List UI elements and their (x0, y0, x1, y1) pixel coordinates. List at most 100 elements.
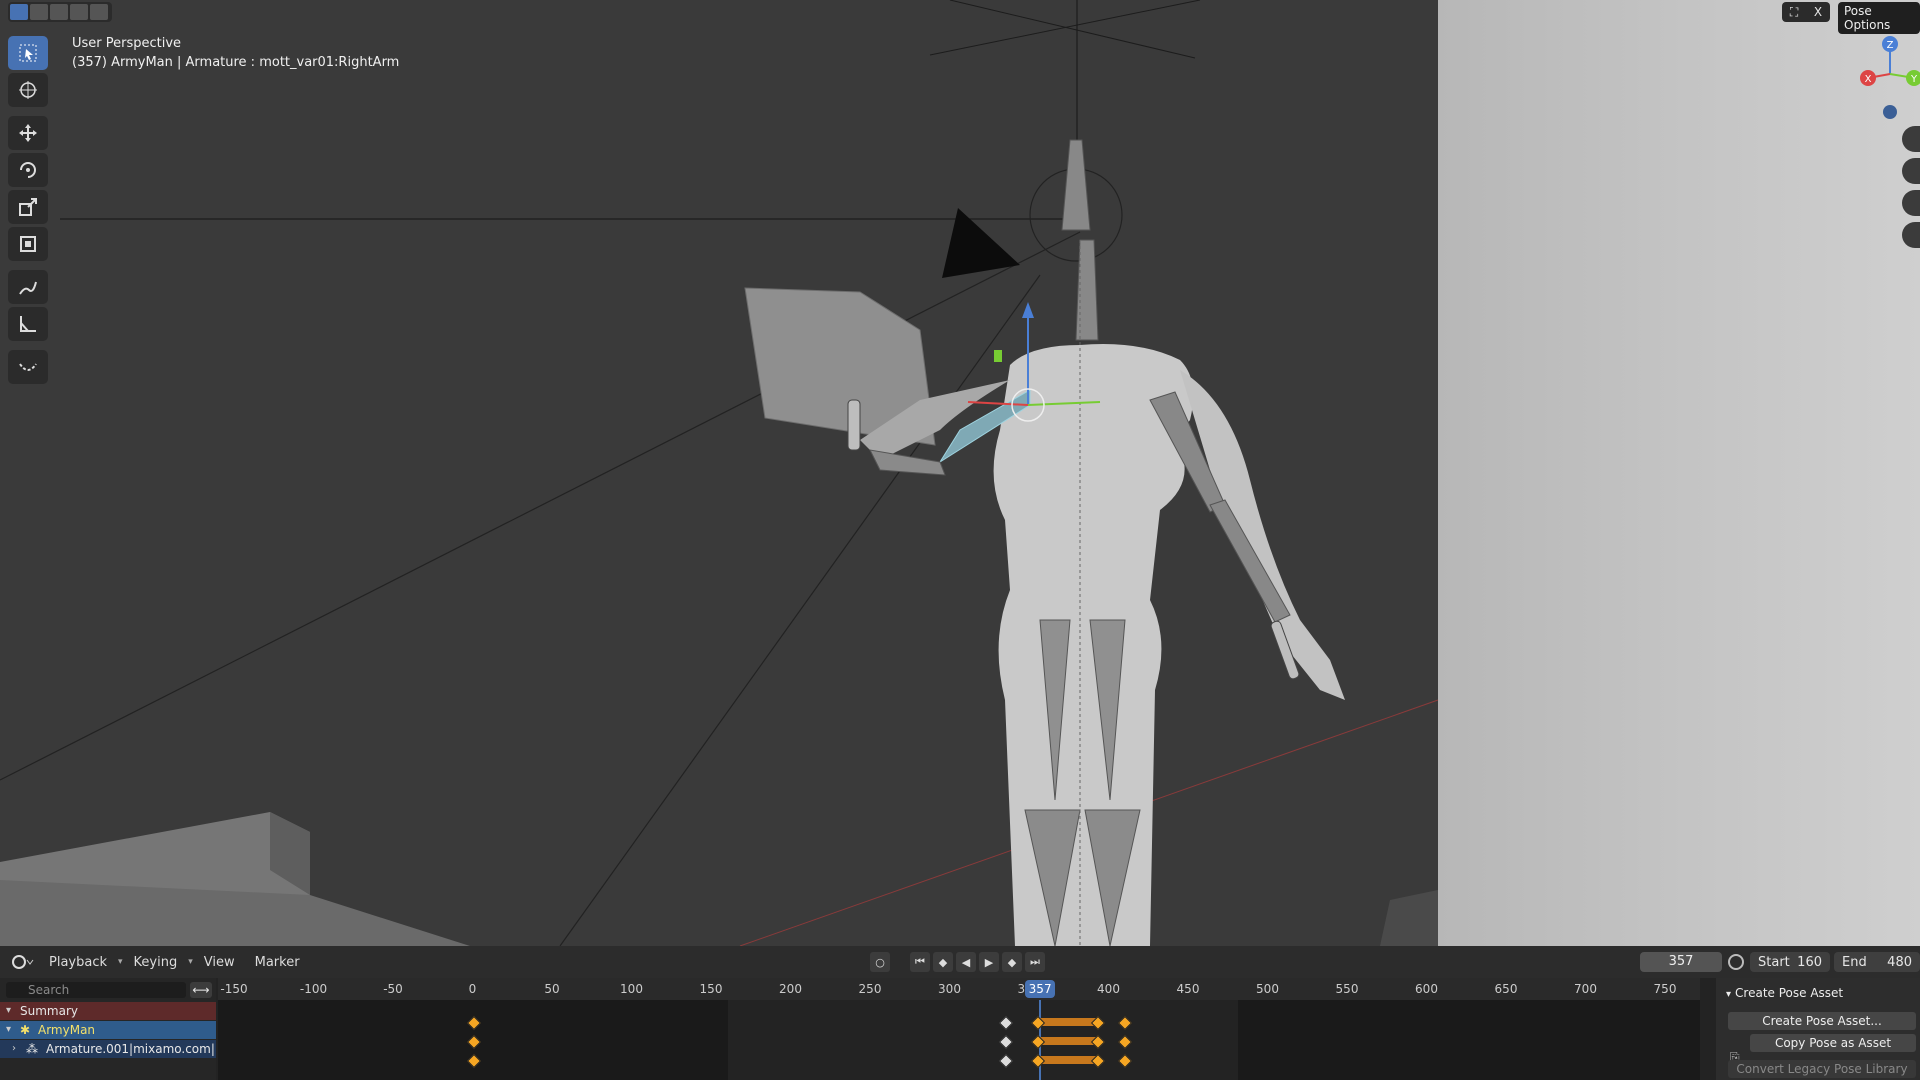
xray-icon: ⛶ (1789, 4, 1799, 19)
play-icon: ▶ (984, 955, 994, 969)
chevron-right-icon[interactable]: › (12, 1040, 16, 1058)
chevron-down-icon: ▾ (118, 957, 123, 967)
perspective-label: User Perspective (72, 36, 182, 51)
timeline-editor[interactable]: Playback ▾ Keying ▾ View Marker ○ ⏮ ◆ ◀ ▶ … (0, 946, 1920, 1080)
auto-key-button[interactable]: ○ (870, 952, 890, 972)
menu-view[interactable]: View (195, 955, 244, 970)
3d-viewport[interactable]: User Perspective (357) ArmyMan | Armatur… (0, 0, 1920, 946)
curve-icon (19, 363, 37, 371)
panel-title-label: Create Pose Asset (1735, 986, 1844, 1000)
move-icon (19, 124, 37, 142)
select-new-icon[interactable] (10, 4, 28, 20)
select-intersect-icon[interactable] (90, 4, 108, 20)
channel-search-input[interactable]: Search (6, 982, 186, 998)
timeline-header: Playback ▾ Keying ▾ View Marker ○ ⏮ ◆ ◀ ▶ … (0, 946, 1920, 978)
prev-keyframe-button[interactable]: ◆ (933, 952, 953, 972)
channel-armature-label: Armature.001|mixamo.com|La (46, 1042, 216, 1056)
jump-start-icon: ⏮ (915, 955, 925, 968)
transform-tool[interactable] (8, 227, 48, 261)
pose-asset-panel: ▾ Create Pose Asset Create Pose Asset... … (1716, 978, 1920, 1080)
keyframe-hold-bar[interactable] (1036, 1037, 1098, 1045)
move-tool[interactable] (8, 116, 48, 150)
current-frame-indicator[interactable]: 357 (1025, 980, 1056, 998)
ruler-tick: 500 (1256, 982, 1279, 996)
measure-tool[interactable] (8, 307, 48, 341)
channel-armyman[interactable]: ▾ ✱ ArmyMan (0, 1021, 216, 1039)
jump-end-button[interactable]: ⏭ (1025, 952, 1045, 972)
play-reverse-button[interactable]: ◀ (956, 952, 976, 972)
keyframe[interactable] (1118, 1034, 1133, 1050)
out-of-range-right (1238, 1000, 1700, 1080)
swap-icon[interactable]: ⟷ (190, 982, 212, 998)
channel-armature-action[interactable]: › ⁂ Armature.001|mixamo.com|La (0, 1040, 216, 1058)
viewport-info: User Perspective (357) ArmyMan | Armatur… (72, 34, 399, 72)
cursor-tool[interactable] (8, 73, 48, 107)
rotate-icon (20, 162, 36, 178)
create-pose-asset-button[interactable]: Create Pose Asset... (1728, 1012, 1916, 1030)
select-box-icon (19, 44, 37, 62)
keyframe[interactable] (999, 1034, 1014, 1050)
ruler-tick: 450 (1176, 982, 1200, 996)
frame-ruler[interactable]: -150-100-5005010015020025030035040045050… (218, 978, 1700, 1000)
menu-keying[interactable]: Keying (125, 955, 187, 970)
keyframe-hold-bar[interactable] (1036, 1056, 1098, 1064)
xray-label: X (1813, 5, 1823, 19)
start-label: Start (1758, 954, 1790, 970)
rotate-tool[interactable] (8, 153, 48, 187)
convert-pose-library-button[interactable]: Convert Legacy Pose Library (1728, 1060, 1916, 1078)
ruler-tick: 100 (620, 982, 643, 996)
menu-playback[interactable]: Playback (40, 955, 116, 970)
ruler-tick: -100 (299, 982, 328, 996)
timeline-menus: Playback ▾ Keying ▾ View Marker (8, 951, 309, 973)
end-frame-field[interactable]: End 480 (1834, 952, 1920, 972)
end-value: 480 (1887, 954, 1912, 970)
select-invert-icon[interactable] (70, 4, 88, 20)
keyframe-hold-bar[interactable] (1036, 1018, 1098, 1026)
current-frame-field[interactable]: 357 (1640, 952, 1722, 972)
select-box-tool[interactable] (8, 36, 48, 70)
next-keyframe-button[interactable]: ◆ (1002, 952, 1022, 972)
cursor-icon (19, 81, 37, 99)
ruler-tick: 250 (858, 982, 882, 996)
annotate-tool[interactable] (8, 270, 48, 304)
editor-type-selector[interactable] (8, 951, 38, 973)
navigation-gizmo[interactable]: Z X Y (1840, 36, 1920, 126)
ruler-tick: 600 (1415, 982, 1438, 996)
keyframe[interactable] (999, 1053, 1014, 1069)
chevron-down-icon[interactable]: ▾ (6, 1002, 11, 1020)
record-icon: ○ (875, 955, 885, 969)
scale-tool[interactable] (8, 190, 48, 224)
play-reverse-icon: ◀ (961, 955, 971, 969)
xray-toggle[interactable]: ⛶ X (1782, 2, 1830, 22)
jump-start-button[interactable]: ⏮ (910, 952, 930, 972)
keyframe[interactable] (999, 1015, 1014, 1031)
gizmo-neg-z-axis[interactable] (1883, 105, 1897, 119)
selection-mode-buttons[interactable] (8, 2, 112, 22)
keyframe[interactable] (1118, 1053, 1133, 1069)
transform-icon (20, 236, 36, 252)
channel-armyman-label: ArmyMan (38, 1023, 96, 1037)
select-extend-icon[interactable] (30, 4, 48, 20)
select-subtract-icon[interactable] (50, 4, 68, 20)
play-button[interactable]: ▶ (979, 952, 999, 972)
channel-summary-label: Summary (20, 1004, 78, 1018)
tool-shelf (8, 36, 52, 387)
action-icon: ⁂ (26, 1042, 38, 1056)
next-keyframe-icon: ◆ (1007, 955, 1017, 969)
keyframe[interactable] (1118, 1015, 1133, 1031)
pose-options-button[interactable]: Pose Options (1838, 2, 1920, 34)
preview-range-icon[interactable] (1728, 954, 1744, 970)
start-value: 160 (1797, 954, 1822, 970)
gizmo-z-label: Z (1887, 40, 1894, 51)
chevron-down-icon[interactable]: ▾ (6, 1021, 11, 1039)
channel-summary[interactable]: ▾ Summary (0, 1002, 216, 1020)
copy-pose-button[interactable]: Copy Pose as Asset (1750, 1034, 1916, 1052)
panel-title[interactable]: ▾ Create Pose Asset (1726, 986, 1843, 1000)
menu-marker[interactable]: Marker (246, 955, 309, 970)
curve-tool[interactable] (8, 350, 48, 384)
start-frame-field[interactable]: Start 160 (1750, 952, 1830, 972)
clock-editor-icon (12, 955, 34, 969)
prev-keyframe-icon: ◆ (938, 955, 948, 969)
annotate-icon (19, 281, 37, 295)
armature-icon: ✱ (20, 1023, 31, 1037)
